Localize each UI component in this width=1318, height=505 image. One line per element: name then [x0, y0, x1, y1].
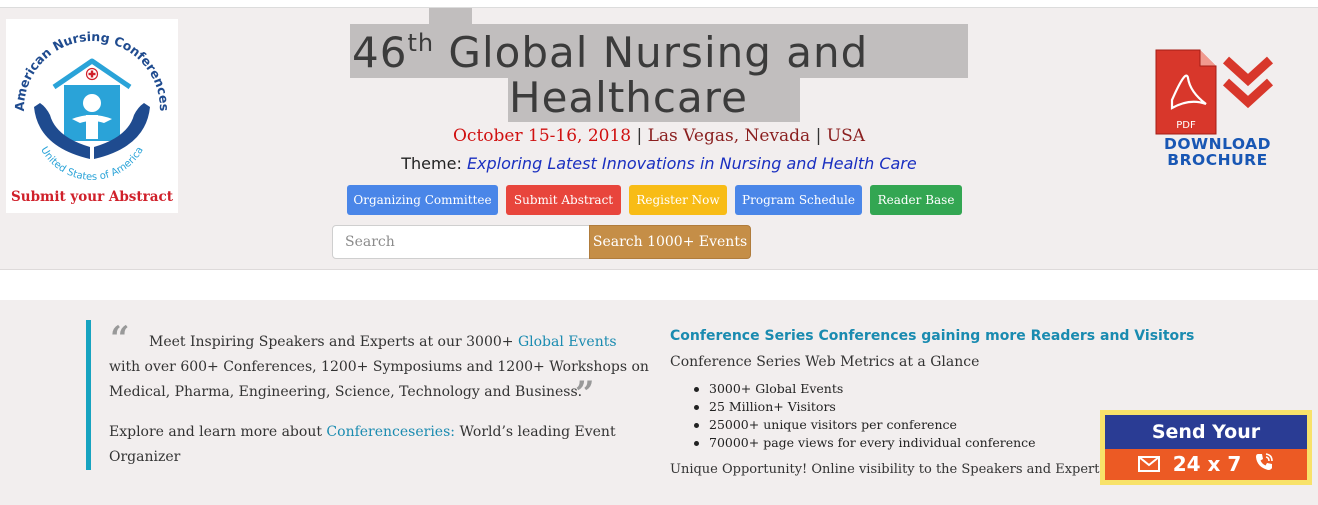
send-message-title: Send Your Message [1105, 415, 1307, 477]
download-brochure-link[interactable]: PDF DOWNLOAD BROCHURE [1150, 48, 1285, 173]
explore-line-1: Explore and learn more about Conferences… [109, 420, 616, 445]
brochure-line1: DOWNLOAD [1163, 135, 1272, 153]
conference-title-line1: 46th Global Nursing and [352, 29, 868, 74]
divider-strip [0, 271, 1318, 300]
separator: | [815, 126, 822, 146]
pdf-label: PDF [1176, 120, 1196, 131]
organizing-committee-button[interactable]: Organizing Committee [347, 185, 498, 215]
brochure-line2: BROCHURE [1167, 151, 1268, 169]
list-item: 25 Million+ Visitors [694, 398, 1036, 416]
list-item: 70000+ page views for every individual c… [694, 435, 1036, 450]
metrics-subtitle: Conference Series Web Metrics at a Glanc… [670, 354, 980, 370]
submit-abstract-link[interactable]: Submit your Abstract [6, 189, 178, 205]
quote-line-2: with over 600+ Conferences, 1200+ Sympos… [109, 359, 649, 375]
list-item: 3000+ Global Events [694, 380, 1036, 398]
send-message-availability: 24 x 7 [1105, 449, 1307, 480]
availability-text: 24 x 7 [1172, 452, 1242, 476]
title-rest: Global Nursing and [434, 28, 869, 77]
quote-text: Meet Inspiring Speakers and Experts at o… [149, 334, 518, 350]
event-country: USA [826, 126, 865, 146]
search-input[interactable] [332, 225, 590, 259]
pdf-download-icon: PDF [1155, 49, 1274, 135]
theme-text: Exploring Latest Innovations in Nursing … [466, 154, 917, 173]
register-now-button[interactable]: Register Now [629, 185, 727, 215]
list-item: 25000+ unique visitors per conference [694, 416, 1036, 434]
explore-text-end: World’s leading Event [455, 424, 616, 440]
event-date: October 15-16, 2018 [453, 126, 632, 146]
download-brochure-label: DOWNLOAD BROCHURE [1150, 136, 1285, 168]
top-border [0, 0, 1318, 8]
open-quote-icon: “ [110, 319, 130, 359]
program-schedule-button[interactable]: Program Schedule [735, 185, 862, 215]
event-dateline: October 15-16, 2018 | Las Vegas, Nevada … [0, 126, 1318, 146]
conferenceseries-link[interactable]: Conferenceseries: [326, 424, 455, 440]
theme-label: Theme: [401, 154, 462, 173]
explore-text: Explore and learn more about [109, 424, 327, 440]
quote-line-3: Medical, Pharma, Engineering, Science, T… [109, 384, 583, 400]
close-quote-icon: ” [575, 374, 595, 414]
title-ordinal-suffix: th [407, 29, 435, 57]
metrics-title-link[interactable]: Conference Series Conferences gaining mo… [670, 328, 1194, 344]
event-city: Las Vegas, Nevada [647, 126, 811, 146]
title-number: 46 [352, 28, 408, 77]
quote-accent-bar [86, 320, 91, 470]
send-message-widget[interactable]: Send Your Message 24 x 7 [1100, 410, 1312, 485]
explore-line-2: Organizer [109, 449, 181, 465]
submit-abstract-button[interactable]: Submit Abstract [506, 185, 621, 215]
conference-logo[interactable]: American Nursing Conferences United Stat… [6, 19, 178, 213]
metrics-list: 3000+ Global Events 25 Million+ Visitors… [694, 380, 1036, 452]
quote-line-1: Meet Inspiring Speakers and Experts at o… [149, 330, 617, 355]
event-theme: Theme: Exploring Latest Innovations in N… [0, 154, 1318, 173]
separator: | [636, 126, 643, 146]
metrics-footer: Unique Opportunity! Online visibility to… [670, 462, 1107, 477]
phone-icon [1254, 450, 1274, 481]
search-events-button[interactable]: Search 1000+ Events [589, 225, 751, 259]
mail-icon [1137, 450, 1160, 481]
reader-base-button[interactable]: Reader Base [870, 185, 962, 215]
global-events-link[interactable]: Global Events [518, 334, 617, 350]
conference-title-line2: Healthcare [509, 73, 748, 122]
